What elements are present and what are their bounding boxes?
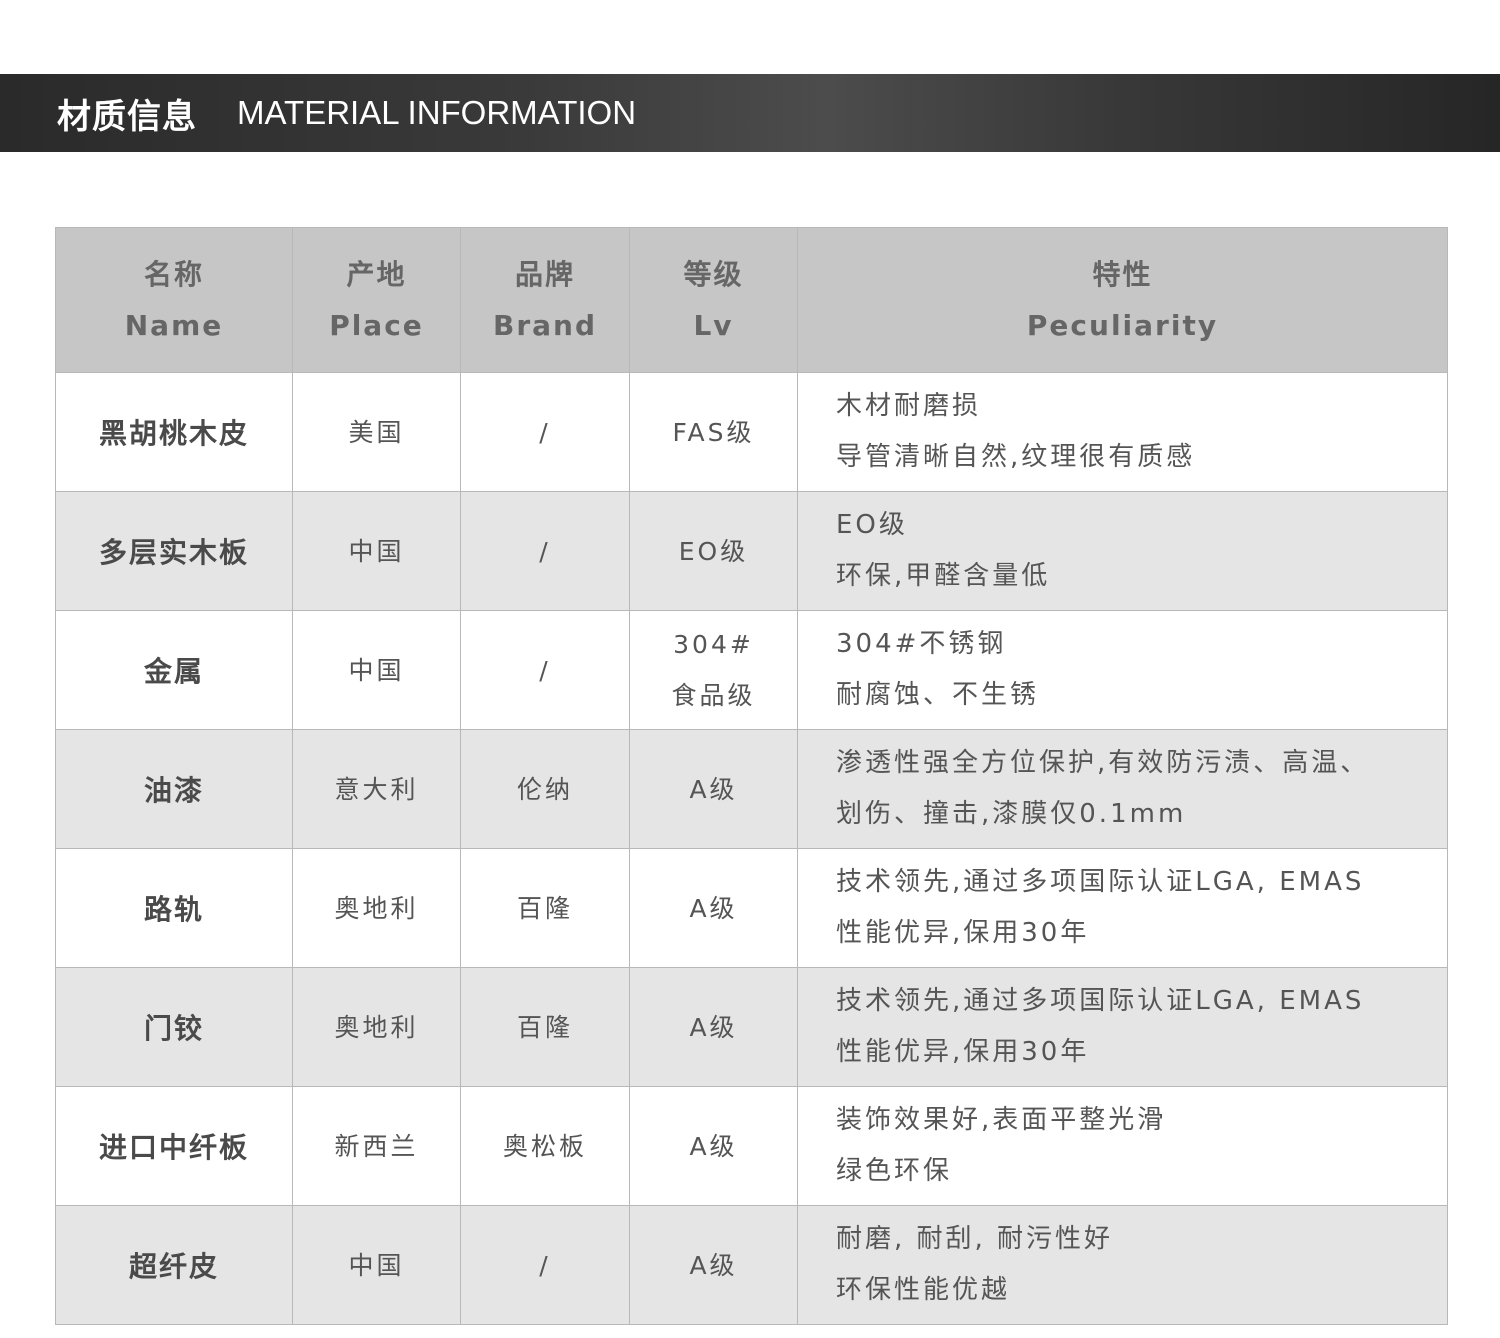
cell-name: 进口中纤板 [55, 1086, 293, 1206]
cell-lv: A级 [629, 729, 798, 849]
cell-place: 意大利 [292, 729, 461, 849]
cell-place: 奥地利 [292, 967, 461, 1087]
cell-name: 黑胡桃木皮 [55, 372, 293, 492]
cell-peculiarity: 装饰效果好,表面平整光滑 绿色环保 [797, 1086, 1448, 1206]
table-row: 路轨 奥地利 百隆 A级 技术领先,通过多项国际认证LGA, EMAS 性能优异,… [55, 848, 1448, 968]
table-row: 门铰 奥地利 百隆 A级 技术领先,通过多项国际认证LGA, EMAS 性能优异,… [55, 967, 1448, 1087]
section-header-banner: 材质信息 MATERIAL INFORMATION [0, 74, 1500, 152]
column-header-place: 产地 Place [292, 227, 461, 373]
column-header-peculiarity: 特性 Peculiarity [797, 227, 1448, 373]
cell-lv: A级 [629, 967, 798, 1087]
table-row: 黑胡桃木皮 美国 / FAS级 木材耐磨损 导管清晰自然,纹理很有质感 [55, 372, 1448, 492]
cell-name: 金属 [55, 610, 293, 730]
section-title-cn: 材质信息 [57, 96, 197, 137]
cell-lv: A级 [629, 1205, 798, 1325]
cell-name: 多层实木板 [55, 491, 293, 611]
cell-place: 中国 [292, 610, 461, 730]
cell-brand: / [460, 1205, 630, 1325]
cell-name: 超纤皮 [55, 1205, 293, 1325]
cell-brand: / [460, 491, 630, 611]
cell-peculiarity: 技术领先,通过多项国际认证LGA, EMAS 性能优异,保用30年 [797, 967, 1448, 1087]
cell-place: 奥地利 [292, 848, 461, 968]
table-row: 金属 中国 / 304# 食品级 304#不锈钢 耐腐蚀、不生锈 [55, 610, 1448, 730]
column-header-lv: 等级 Lv [629, 227, 798, 373]
cell-brand: 奥松板 [460, 1086, 630, 1206]
cell-lv: FAS级 [629, 372, 798, 492]
cell-name: 门铰 [55, 967, 293, 1087]
table-row: 进口中纤板 新西兰 奥松板 A级 装饰效果好,表面平整光滑 绿色环保 [55, 1086, 1448, 1206]
cell-peculiarity: 耐磨, 耐刮, 耐污性好 环保性能优越 [797, 1205, 1448, 1325]
cell-lv: EO级 [629, 491, 798, 611]
cell-peculiarity: EO级 环保,甲醛含量低 [797, 491, 1448, 611]
cell-peculiarity: 木材耐磨损 导管清晰自然,纹理很有质感 [797, 372, 1448, 492]
cell-brand: 伦纳 [460, 729, 630, 849]
cell-name: 油漆 [55, 729, 293, 849]
section-title-en: MATERIAL INFORMATION [237, 94, 637, 131]
column-header-name: 名称 Name [55, 227, 293, 373]
cell-place: 美国 [292, 372, 461, 492]
cell-place: 中国 [292, 1205, 461, 1325]
cell-peculiarity: 渗透性强全方位保护,有效防污渍、高温、 划伤、撞击,漆膜仅0.1mm [797, 729, 1448, 849]
cell-brand: 百隆 [460, 848, 630, 968]
cell-place: 新西兰 [292, 1086, 461, 1206]
cell-lv: A级 [629, 1086, 798, 1206]
cell-place: 中国 [292, 491, 461, 611]
cell-lv: A级 [629, 848, 798, 968]
table-row: 油漆 意大利 伦纳 A级 渗透性强全方位保护,有效防污渍、高温、 划伤、撞击,漆膜… [55, 729, 1448, 849]
cell-peculiarity: 304#不锈钢 耐腐蚀、不生锈 [797, 610, 1448, 730]
material-info-table: 名称 Name 产地 Place 品牌 Brand 等级 Lv 特性 Peculiarit… [55, 227, 1448, 1325]
table-row: 超纤皮 中国 / A级 耐磨, 耐刮, 耐污性好 环保性能优越 [55, 1205, 1448, 1325]
cell-brand: / [460, 372, 630, 492]
cell-name: 路轨 [55, 848, 293, 968]
table-header-row: 名称 Name 产地 Place 品牌 Brand 等级 Lv 特性 Peculiarit… [55, 227, 1448, 373]
table-row: 多层实木板 中国 / EO级 EO级 环保,甲醛含量低 [55, 491, 1448, 611]
cell-lv: 304# 食品级 [629, 610, 798, 730]
cell-brand: / [460, 610, 630, 730]
cell-peculiarity: 技术领先,通过多项国际认证LGA, EMAS 性能优异,保用30年 [797, 848, 1448, 968]
cell-brand: 百隆 [460, 967, 630, 1087]
column-header-brand: 品牌 Brand [460, 227, 630, 373]
